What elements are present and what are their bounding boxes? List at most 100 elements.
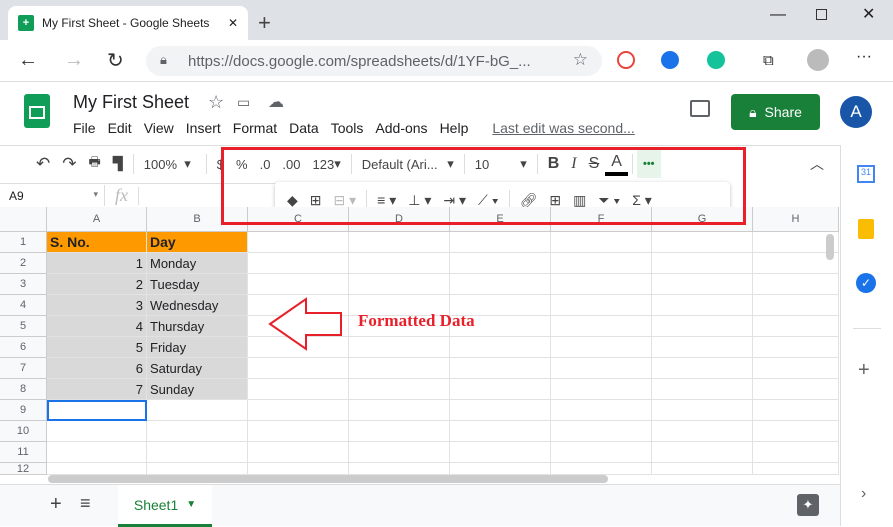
maximize-icon[interactable]: [816, 9, 827, 20]
cell-b2[interactable]: Monday: [147, 253, 248, 274]
cell-f2[interactable]: [551, 253, 652, 274]
expand-panel-icon[interactable]: ›: [861, 485, 866, 503]
browser-menu-icon[interactable]: ···: [856, 48, 872, 66]
cell-c7[interactable]: [248, 358, 349, 379]
zoom-select[interactable]: 100% ▾: [138, 150, 202, 178]
cell-e8[interactable]: [450, 379, 551, 400]
cell-d8[interactable]: [349, 379, 450, 400]
cell-a9[interactable]: [47, 400, 147, 421]
cell-h5[interactable]: [753, 316, 839, 337]
cell-g12[interactable]: [652, 463, 753, 475]
cell-a4[interactable]: 3: [47, 295, 147, 316]
cell-e1[interactable]: [450, 232, 551, 253]
cell-b12[interactable]: [147, 463, 248, 475]
row-header-10[interactable]: 10: [0, 421, 47, 442]
cell-f11[interactable]: [551, 442, 652, 463]
move-folder-icon[interactable]: ▭: [237, 94, 250, 111]
cell-d3[interactable]: [349, 274, 450, 295]
cell-b3[interactable]: Tuesday: [147, 274, 248, 295]
cell-e2[interactable]: [450, 253, 551, 274]
menu-tools[interactable]: Tools: [331, 120, 364, 136]
grammarly-icon[interactable]: [707, 51, 725, 69]
cell-c9[interactable]: [248, 400, 349, 421]
add-addon-icon[interactable]: +: [858, 359, 870, 382]
menu-file[interactable]: File: [73, 120, 96, 136]
cell-b7[interactable]: Saturday: [147, 358, 248, 379]
share-button[interactable]: 🔒︎ Share: [731, 94, 820, 130]
cell-d6[interactable]: [349, 337, 450, 358]
menu-insert[interactable]: Insert: [186, 120, 221, 136]
cell-b1[interactable]: Day: [147, 232, 248, 253]
row-header-7[interactable]: 7: [0, 358, 47, 379]
cell-f3[interactable]: [551, 274, 652, 295]
cell-c12[interactable]: [248, 463, 349, 475]
cell-b9[interactable]: [147, 400, 248, 421]
menu-edit[interactable]: Edit: [108, 120, 132, 136]
cell-b8[interactable]: Sunday: [147, 379, 248, 400]
cell-c8[interactable]: [248, 379, 349, 400]
cell-a8[interactable]: 7: [47, 379, 147, 400]
cell-c11[interactable]: [248, 442, 349, 463]
vertical-scrollbar[interactable]: [826, 234, 834, 260]
cell-e7[interactable]: [450, 358, 551, 379]
forward-icon[interactable]: →: [64, 49, 84, 72]
url-field[interactable]: 🔒︎ https://docs.google.com/spreadsheets/…: [146, 46, 602, 76]
cell-a2[interactable]: 1: [47, 253, 147, 274]
cell-g1[interactable]: [652, 232, 753, 253]
collapse-chevron-icon[interactable]: ︿: [810, 154, 824, 174]
document-title[interactable]: My First Sheet: [73, 92, 189, 113]
redo-icon[interactable]: ↷: [56, 150, 82, 178]
horizontal-scrollbar[interactable]: [48, 475, 608, 483]
bookmark-star-icon[interactable]: ☆: [573, 50, 588, 70]
row-header-12[interactable]: 12: [0, 463, 47, 475]
cell-d11[interactable]: [349, 442, 450, 463]
close-window-icon[interactable]: ✕: [862, 4, 875, 24]
cell-h11[interactable]: [753, 442, 839, 463]
cell-h6[interactable]: [753, 337, 839, 358]
cell-f5[interactable]: [551, 316, 652, 337]
profile-icon[interactable]: [807, 49, 829, 71]
cell-a3[interactable]: 2: [47, 274, 147, 295]
extension-icon[interactable]: [661, 51, 679, 69]
row-header-9[interactable]: 9: [0, 400, 47, 421]
cell-f1[interactable]: [551, 232, 652, 253]
row-header-5[interactable]: 5: [0, 316, 47, 337]
cell-g8[interactable]: [652, 379, 753, 400]
cell-a12[interactable]: [47, 463, 147, 475]
row-header-4[interactable]: 4: [0, 295, 47, 316]
row-header-1[interactable]: 1: [0, 232, 47, 253]
tasks-icon[interactable]: ✓: [856, 273, 876, 293]
cell-d9[interactable]: [349, 400, 450, 421]
menu-data[interactable]: Data: [289, 120, 319, 136]
browser-tab[interactable]: + My First Sheet - Google Sheets ✕: [8, 6, 248, 40]
cell-f9[interactable]: [551, 400, 652, 421]
star-icon[interactable]: ☆: [208, 92, 224, 113]
cell-a10[interactable]: [47, 421, 147, 442]
explore-icon[interactable]: ✦: [797, 494, 819, 516]
cell-f4[interactable]: [551, 295, 652, 316]
cell-g5[interactable]: [652, 316, 753, 337]
cell-b5[interactable]: Thursday: [147, 316, 248, 337]
minimize-icon[interactable]: —: [770, 6, 786, 24]
menu-format[interactable]: Format: [233, 120, 277, 136]
cell-h7[interactable]: [753, 358, 839, 379]
calendar-icon[interactable]: 31: [857, 165, 875, 183]
print-icon[interactable]: 🖶︎: [83, 150, 107, 178]
row-header-6[interactable]: 6: [0, 337, 47, 358]
cell-e11[interactable]: [450, 442, 551, 463]
cell-f7[interactable]: [551, 358, 652, 379]
comments-icon[interactable]: [690, 100, 710, 117]
row-header-3[interactable]: 3: [0, 274, 47, 295]
cell-e6[interactable]: [450, 337, 551, 358]
cell-b4[interactable]: Wednesday: [147, 295, 248, 316]
avatar[interactable]: A: [840, 96, 872, 128]
cell-c1[interactable]: [248, 232, 349, 253]
collections-icon[interactable]: ⧉: [763, 52, 774, 69]
cell-f10[interactable]: [551, 421, 652, 442]
cell-d2[interactable]: [349, 253, 450, 274]
menu-view[interactable]: View: [144, 120, 174, 136]
row-header-8[interactable]: 8: [0, 379, 47, 400]
cell-f8[interactable]: [551, 379, 652, 400]
cell-a7[interactable]: 6: [47, 358, 147, 379]
cell-a6[interactable]: 5: [47, 337, 147, 358]
